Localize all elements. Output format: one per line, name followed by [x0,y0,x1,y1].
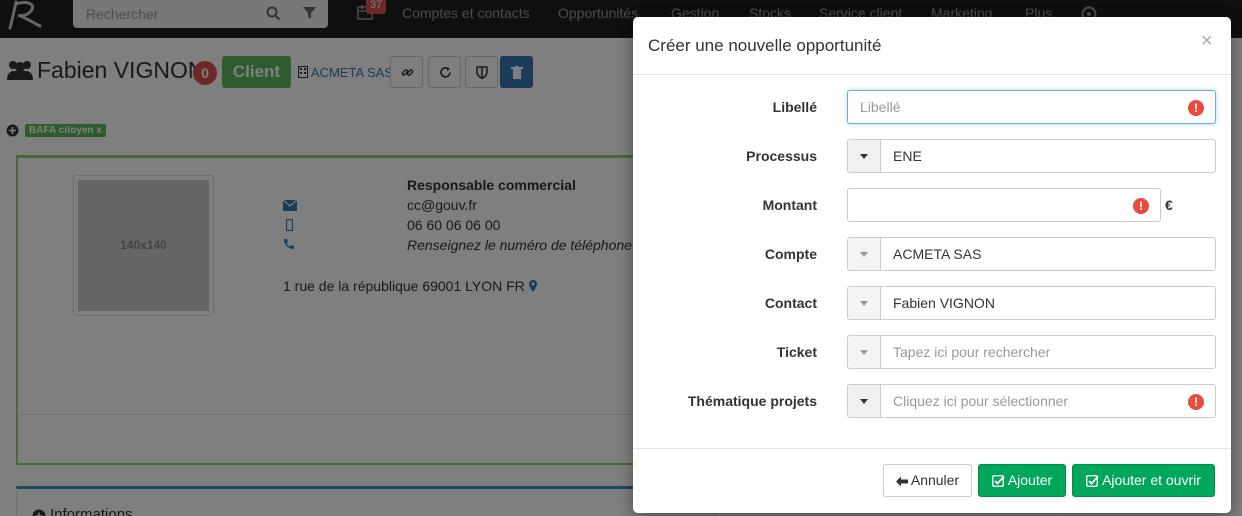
arrow-left-icon [895,476,908,487]
contact-select[interactable]: Fabien VIGNON [847,286,1216,320]
chevron-down-icon [860,350,868,355]
libelle-label: Libellé [772,99,817,115]
add-button[interactable]: Ajouter [978,464,1066,497]
chevron-down-icon [860,399,868,404]
ticket-label: Ticket [776,344,817,360]
contact-label: Contact [764,295,817,311]
ticket-placeholder: Tapez ici pour rechercher [893,344,1051,360]
libelle-input[interactable]: Libellé ! [847,90,1216,124]
processus-select[interactable]: ENE [847,139,1216,173]
chevron-down-icon [860,301,868,306]
thematique-label: Thématique projets [687,393,817,409]
processus-dropdown-toggle[interactable] [848,140,881,172]
required-warning-icon: ! [1188,394,1204,410]
required-warning-icon: ! [1133,198,1149,214]
currency-symbol: € [1165,197,1173,213]
compte-label: Compte [764,246,817,262]
montant-input[interactable]: ! [847,188,1161,222]
processus-value: ENE [893,148,922,164]
libelle-placeholder: Libellé [860,99,901,115]
close-button[interactable]: × [1201,31,1213,51]
ticket-select[interactable]: Tapez ici pour rechercher [847,335,1216,369]
processus-label: Processus [746,148,817,164]
thematique-placeholder: Cliquez ici pour sélectionner [893,393,1069,409]
compte-select[interactable]: ACMETA SAS [847,237,1216,271]
contact-dropdown-toggle[interactable] [848,287,881,319]
thematique-select[interactable]: Cliquez ici pour sélectionner ! [847,384,1216,418]
ticket-dropdown-toggle[interactable] [848,336,881,368]
add-and-open-button[interactable]: Ajouter et ouvrir [1072,464,1215,497]
thematique-dropdown-toggle[interactable] [848,385,881,417]
contact-value: Fabien VIGNON [893,295,995,311]
chevron-down-icon [860,252,868,257]
modal-header: Créer une nouvelle opportunité × [633,17,1231,75]
compte-value: ACMETA SAS [893,246,982,262]
check-square-icon [1086,474,1099,488]
cancel-button-label: Annuler [910,472,960,488]
chevron-down-icon [860,154,868,159]
create-opportunity-modal: Créer une nouvelle opportunité × Libellé… [633,17,1231,513]
check-square-icon [991,474,1005,488]
modal-title: Créer une nouvelle opportunité [648,36,882,55]
required-warning-icon: ! [1188,100,1204,116]
compte-dropdown-toggle[interactable] [848,238,881,270]
add-and-open-button-label: Ajouter et ouvrir [1102,472,1201,488]
cancel-button[interactable]: Annuler [883,464,972,497]
montant-label: Montant [762,197,817,213]
add-button-label: Ajouter [1007,472,1053,488]
